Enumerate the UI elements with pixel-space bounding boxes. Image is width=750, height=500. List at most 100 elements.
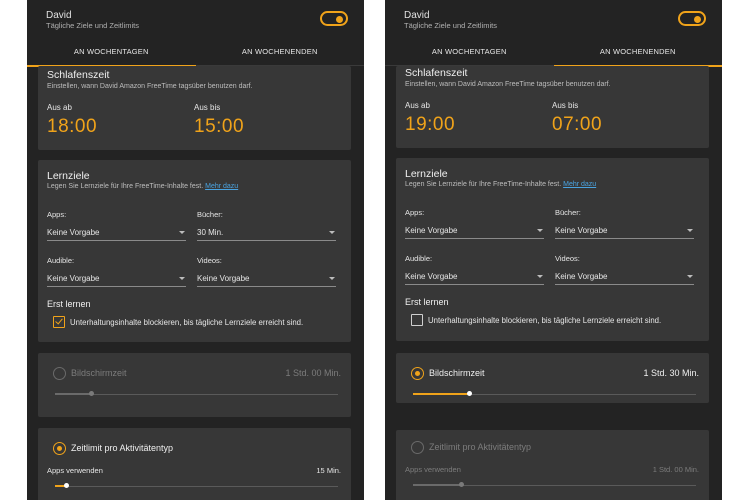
block-entertainment-checkbox[interactable] [53,316,65,328]
block-entertainment-label: Unterhaltungsinhalte blockieren, bis täg… [70,318,304,327]
videos-select-value: Keine Vorgabe [197,274,250,283]
profile-name: David [404,10,430,21]
learning-goals-text: Legen Sie Lernziele für Ihre FreeTime-In… [405,181,562,188]
videos-select[interactable]: Keine Vorgabe [555,270,694,285]
bedtime-description: Einstellen, wann David Amazon FreeTime t… [405,81,611,88]
learning-goals-description: Legen Sie Lernziele für Ihre FreeTime-In… [405,181,596,188]
videos-select-value: Keine Vorgabe [555,272,608,281]
apps-label: Apps: [47,210,67,219]
learning-goals-text: Legen Sie Lernziele für Ihre FreeTime-In… [47,183,204,190]
profile-header: David Tägliche Ziele und Zeitlimits AN W… [385,0,723,67]
tab-bar: AN WOCHENTAGEN AN WOCHENENDEN [385,38,723,67]
apps-select[interactable]: Keine Vorgabe [47,226,186,241]
books-select[interactable]: 30 Min. [197,226,336,241]
off-from-time[interactable]: 19:00 [405,114,455,136]
freetime-toggle[interactable] [678,11,706,26]
apps-usage-slider-track [55,486,338,487]
apps-select[interactable]: Keine Vorgabe [405,224,544,239]
audible-select[interactable]: Keine Vorgabe [47,272,186,287]
chevron-down-icon [537,275,543,278]
chevron-down-icon [179,231,185,234]
activity-limit-card: Zeitlimit pro Aktivitätentyp Apps verwen… [38,428,351,500]
books-label: Bücher: [555,208,581,217]
screen-time-card: Bildschirmzeit 1 Std. 00 Min. [38,353,351,417]
audible-label: Audible: [405,254,433,263]
learning-goals-card: Lernziele Legen Sie Lernziele für Ihre F… [396,158,709,341]
activity-limit-card: Zeitlimit pro Aktivitätentyp Apps verwen… [396,430,709,500]
screen-time-slider-fill [413,393,470,395]
apps-usage-slider-handle[interactable] [458,482,464,487]
tab-weekdays[interactable]: AN WOCHENTAGEN [27,38,196,67]
off-from-label: Aus ab [47,103,72,112]
audible-select[interactable]: Keine Vorgabe [405,270,544,285]
off-until-label: Aus bis [552,101,579,110]
screen-time-label: Bildschirmzeit [429,368,485,378]
chevron-down-icon [687,229,693,232]
learn-first-heading: Erst lernen [405,297,449,307]
videos-label: Videos: [197,256,222,265]
apps-usage-value: 1 Std. 00 Min. [652,465,699,474]
screen-time-value: 1 Std. 00 Min. [285,368,341,378]
apps-usage-slider-fill [413,484,462,486]
off-until-time[interactable]: 07:00 [552,114,602,136]
videos-select[interactable]: Keine Vorgabe [197,272,336,287]
audible-label: Audible: [47,256,75,265]
screen-time-radio[interactable] [53,367,66,380]
screen-time-slider-handle[interactable] [89,391,95,396]
chevron-down-icon [329,277,335,280]
off-from-time[interactable]: 18:00 [47,116,97,138]
block-entertainment-label: Unterhaltungsinhalte blockieren, bis täg… [428,316,662,325]
chevron-down-icon [329,231,335,234]
block-entertainment-checkbox[interactable] [411,314,423,326]
learning-goals-card: Lernziele Legen Sie Lernziele für Ihre F… [38,160,351,342]
apps-usage-label: Apps verwenden [47,466,103,475]
tab-weekdays[interactable]: AN WOCHENTAGEN [385,38,554,66]
books-select-value: Keine Vorgabe [555,226,608,235]
weekday-settings-screen: David Tägliche Ziele und Zeitlimits AN W… [27,0,364,500]
activity-limit-radio[interactable] [411,441,424,454]
screen-time-value: 1 Std. 30 Min. [643,368,699,378]
more-info-link[interactable]: Mehr dazu [563,181,596,188]
freetime-toggle[interactable] [320,11,348,26]
toggle-knob [694,15,701,23]
weekend-settings-screen: David Tägliche Ziele und Zeitlimits AN W… [385,0,722,500]
apps-select-value: Keine Vorgabe [405,226,458,235]
bedtime-title: Schlafenszeit [405,67,468,79]
activity-limit-label: Zeitlimit pro Aktivitätentyp [429,442,532,452]
apps-usage-label: Apps verwenden [405,465,461,474]
off-until-time[interactable]: 15:00 [194,116,244,138]
learning-goals-title: Lernziele [405,168,448,180]
tab-bar: AN WOCHENTAGEN AN WOCHENENDEN [27,38,365,67]
bedtime-card: Schlafenszeit Einstellen, wann David Ama… [396,66,709,148]
screen-time-card: Bildschirmzeit 1 Std. 30 Min. [396,353,709,403]
books-select-value: 30 Min. [197,228,224,237]
learning-goals-title: Lernziele [47,170,90,182]
tab-weekends[interactable]: AN WOCHENENDEN [553,38,723,67]
books-label: Bücher: [197,210,223,219]
chevron-down-icon [687,275,693,278]
profile-subtitle: Tägliche Ziele und Zeitlimits [46,21,139,30]
audible-select-value: Keine Vorgabe [47,274,100,283]
screen-time-slider-handle[interactable] [467,391,473,396]
screen-time-radio[interactable] [411,367,424,380]
more-info-link[interactable]: Mehr dazu [205,183,238,190]
apps-label: Apps: [405,208,425,217]
profile-header: David Tägliche Ziele und Zeitlimits AN W… [27,0,365,67]
apps-usage-value: 15 Min. [316,466,341,475]
tab-weekends[interactable]: AN WOCHENENDEN [196,38,365,66]
chevron-down-icon [537,229,543,232]
toggle-knob [336,15,343,23]
screen-time-slider-fill [55,393,92,395]
bedtime-card: Schlafenszeit Einstellen, wann David Ama… [38,66,351,150]
off-from-label: Aus ab [405,101,430,110]
learning-goals-description: Legen Sie Lernziele für Ihre FreeTime-In… [47,183,238,190]
bedtime-description: Einstellen, wann David Amazon FreeTime t… [47,83,253,90]
audible-select-value: Keine Vorgabe [405,272,458,281]
videos-label: Videos: [555,254,580,263]
apps-usage-slider-handle[interactable] [63,483,69,488]
chevron-down-icon [179,277,185,280]
activity-limit-label: Zeitlimit pro Aktivitätentyp [71,443,174,453]
activity-limit-radio[interactable] [53,442,66,455]
books-select[interactable]: Keine Vorgabe [555,224,694,239]
profile-name: David [46,10,72,21]
